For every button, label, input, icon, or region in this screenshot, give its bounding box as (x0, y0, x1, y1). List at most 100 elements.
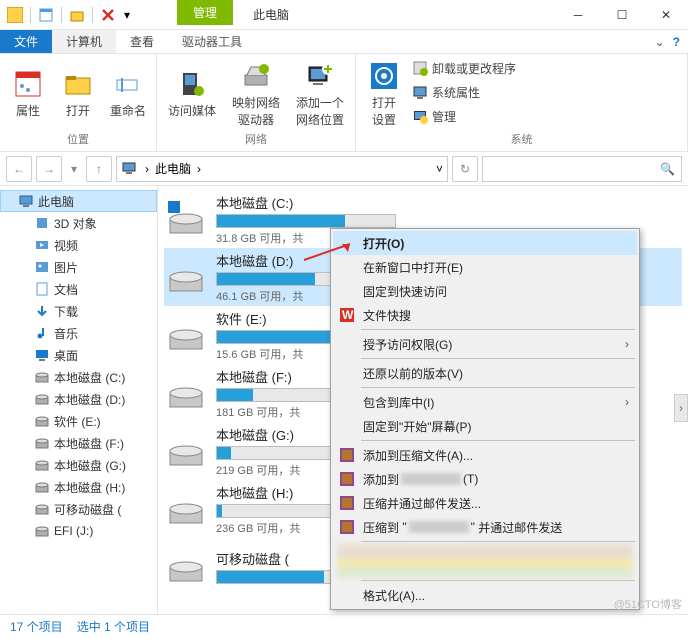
tree-item[interactable]: 本地磁盘 (H:) (0, 476, 157, 498)
status-item-count: 17 个项目 (10, 618, 63, 635)
qat-properties-icon[interactable] (35, 4, 57, 26)
tree-item[interactable]: 文档 (0, 278, 157, 300)
drive-icon (166, 489, 206, 529)
minimize-button[interactable]: ─ (556, 0, 600, 30)
menu-format[interactable]: 格式化(A)... (333, 583, 637, 607)
tree-item-icon (34, 413, 50, 429)
submenu-arrow-icon: › (625, 395, 629, 409)
ribbon-tab-file[interactable]: 文件 (0, 30, 52, 53)
address-bar[interactable]: › 此电脑 › ˅ (116, 156, 448, 182)
menu-open[interactable]: 打开(O) (333, 231, 637, 255)
map-drive-icon (240, 60, 272, 92)
help-icon[interactable]: ? (673, 35, 680, 49)
navigation-tree[interactable]: 此电脑 3D 对象视频图片文档下载音乐桌面本地磁盘 (C:) 本地磁盘 (D:) 软… (0, 186, 158, 614)
tree-item-icon (34, 391, 50, 407)
map-drive-button[interactable]: 映射网络 驱动器 (227, 56, 285, 131)
tree-item[interactable]: 本地磁盘 (F:) (0, 432, 157, 454)
qat-dropdown-icon[interactable]: ▾ (121, 4, 133, 26)
tree-item-label: 本地磁盘 (D:) (54, 391, 125, 408)
tree-item-label: 3D 对象 (54, 215, 97, 232)
ribbon-collapse-icon[interactable]: ⌄ (655, 35, 665, 49)
tree-item[interactable]: 音乐 (0, 322, 157, 344)
menu-open-new-window[interactable]: 在新窗口中打开(E) (333, 255, 637, 279)
tree-item-icon (34, 215, 50, 231)
menu-add-to-archive[interactable]: 添加到压缩文件(A)... (333, 443, 637, 467)
tree-item[interactable]: 可移动磁盘 ( (0, 498, 157, 520)
nav-recent-button[interactable]: ▾ (66, 156, 82, 182)
open-button[interactable]: 打开 (56, 56, 100, 131)
rar-icon (339, 471, 355, 487)
add-network-location-button[interactable]: 添加一个 网络位置 (291, 56, 349, 131)
tree-item[interactable]: 桌面 (0, 344, 157, 366)
tree-item-label: 文档 (54, 281, 78, 298)
menu-pin-start[interactable]: 固定到"开始"屏幕(P) (333, 414, 637, 438)
manage-icon (412, 108, 428, 124)
drive-icon (166, 315, 206, 355)
menu-compress-to[interactable]: 压缩到 "" 并通过邮件发送 (333, 515, 637, 539)
tree-item-label: 软件 (E:) (54, 413, 101, 430)
submenu-arrow-icon: › (625, 337, 629, 351)
qat-new-folder-icon[interactable] (66, 4, 88, 26)
tree-item-icon (34, 479, 50, 495)
rar-icon (339, 495, 355, 511)
properties-button[interactable]: 属性 (6, 56, 50, 131)
qat-delete-icon[interactable] (97, 4, 119, 26)
sysprop-icon (412, 84, 428, 100)
tree-item-icon (34, 259, 50, 275)
nav-back-button[interactable]: ← (6, 156, 32, 182)
refresh-button[interactable]: ↻ (452, 156, 478, 182)
menu-add-to[interactable]: 添加到(T) (333, 467, 637, 491)
tree-item-icon (34, 281, 50, 297)
manage-button[interactable]: 管理 (412, 106, 516, 126)
search-icon: 🔍 (660, 162, 675, 176)
open-folder-icon (62, 68, 94, 100)
nav-up-button[interactable]: ↑ (86, 156, 112, 182)
scroll-right-button[interactable]: › (674, 394, 688, 422)
tree-item[interactable]: EFI (J:) (0, 520, 157, 542)
drive-icon (166, 257, 206, 297)
menu-grant-access[interactable]: 授予访问权限(G)› (333, 332, 637, 356)
tree-item[interactable]: 本地磁盘 (D:) (0, 388, 157, 410)
tree-item[interactable]: 图片 (0, 256, 157, 278)
drive-icon (166, 199, 206, 239)
uninstall-button[interactable]: 卸载或更改程序 (412, 58, 516, 78)
tree-item[interactable]: 本地磁盘 (G:) (0, 454, 157, 476)
menu-restore-version[interactable]: 还原以前的版本(V) (333, 361, 637, 385)
tree-item-label: 视频 (54, 237, 78, 254)
tree-item-label: 可移动磁盘 ( (54, 501, 121, 518)
ribbon-tab-drive-tools[interactable]: 驱动器工具 (168, 30, 256, 53)
add-location-icon (304, 60, 336, 92)
nav-forward-button[interactable]: → (36, 156, 62, 182)
tree-item-icon (34, 523, 50, 539)
menu-include-library[interactable]: 包含到库中(I)› (333, 390, 637, 414)
tree-item[interactable]: 软件 (E:) (0, 410, 157, 432)
access-media-button[interactable]: 访问媒体 (163, 56, 221, 131)
close-button[interactable]: ✕ (644, 0, 688, 30)
tree-item[interactable]: 下载 (0, 300, 157, 322)
open-settings-button[interactable]: 打开 设置 (362, 56, 406, 131)
tree-item[interactable]: 3D 对象 (0, 212, 157, 234)
context-tab-manage[interactable]: 管理 (177, 0, 233, 25)
rename-button[interactable]: 重命名 (106, 56, 150, 131)
menu-compress-mail[interactable]: 压缩并通过邮件发送... (333, 491, 637, 515)
group-label-network: 网络 (163, 131, 349, 149)
tree-item[interactable]: 视频 (0, 234, 157, 256)
rar-icon (339, 519, 355, 535)
status-selected-count: 选中 1 个项目 (77, 618, 150, 635)
tree-item[interactable]: 本地磁盘 (C:) (0, 366, 157, 388)
system-properties-button[interactable]: 系统属性 (412, 82, 516, 102)
ribbon-tab-computer[interactable]: 计算机 (52, 30, 116, 53)
ribbon-tab-view[interactable]: 查看 (116, 30, 168, 53)
breadcrumb-location[interactable]: 此电脑 (155, 160, 191, 177)
breadcrumb-chevron[interactable]: › (145, 162, 149, 176)
menu-wps-search[interactable]: W文件快搜 (333, 303, 637, 327)
tree-item-icon (34, 347, 50, 363)
tree-this-pc[interactable]: 此电脑 (0, 190, 157, 212)
properties-icon (12, 68, 44, 100)
menu-pin-quick-access[interactable]: 固定到快速访问 (333, 279, 637, 303)
drive-name: 本地磁盘 (C:) (216, 193, 680, 212)
breadcrumb-chevron[interactable]: › (197, 162, 201, 176)
maximize-button[interactable]: ☐ (600, 0, 644, 30)
address-dropdown-icon[interactable]: ˅ (436, 162, 443, 176)
search-input[interactable]: 🔍 (482, 156, 682, 182)
